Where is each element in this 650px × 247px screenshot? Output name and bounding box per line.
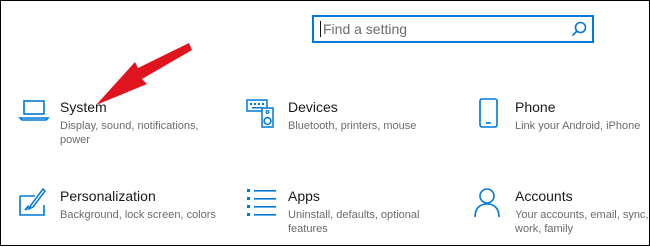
paintbrush-icon <box>18 187 50 219</box>
category-description: Your accounts, email, sync, work, family <box>515 209 649 235</box>
laptop-icon <box>18 98 50 130</box>
keyboard-speaker-icon <box>246 98 278 130</box>
category-description: Bluetooth, printers, mouse <box>288 120 417 132</box>
category-accounts[interactable]: Accounts Your accounts, email, sync, wor… <box>473 187 649 239</box>
category-system[interactable]: System Display, sound, notifications, po… <box>18 98 218 146</box>
search-icon[interactable] <box>566 17 592 41</box>
search-input[interactable] <box>323 19 566 39</box>
category-devices[interactable]: Devices Bluetooth, printers, mouse <box>246 98 446 146</box>
category-description: Link your Android, iPhone <box>515 120 641 132</box>
category-title: Devices <box>288 99 338 115</box>
category-description: Uninstall, defaults, optional features <box>288 209 420 235</box>
category-phone[interactable]: Phone Link your Android, iPhone <box>473 98 643 146</box>
phone-icon <box>473 98 505 130</box>
person-icon <box>473 187 505 219</box>
category-title: System <box>60 99 107 115</box>
category-apps[interactable]: Apps Uninstall, defaults, optional featu… <box>246 187 456 239</box>
category-title: Phone <box>515 99 556 115</box>
category-description: Display, sound, notifications, power <box>60 120 199 146</box>
search-box[interactable] <box>312 15 594 43</box>
category-title: Accounts <box>515 188 573 204</box>
category-title: Apps <box>288 188 320 204</box>
list-icon <box>246 187 278 219</box>
category-description: Background, lock screen, colors <box>60 209 216 221</box>
text-caret <box>320 21 321 37</box>
category-personalization[interactable]: Personalization Background, lock screen,… <box>18 187 228 235</box>
category-title: Personalization <box>60 188 156 204</box>
